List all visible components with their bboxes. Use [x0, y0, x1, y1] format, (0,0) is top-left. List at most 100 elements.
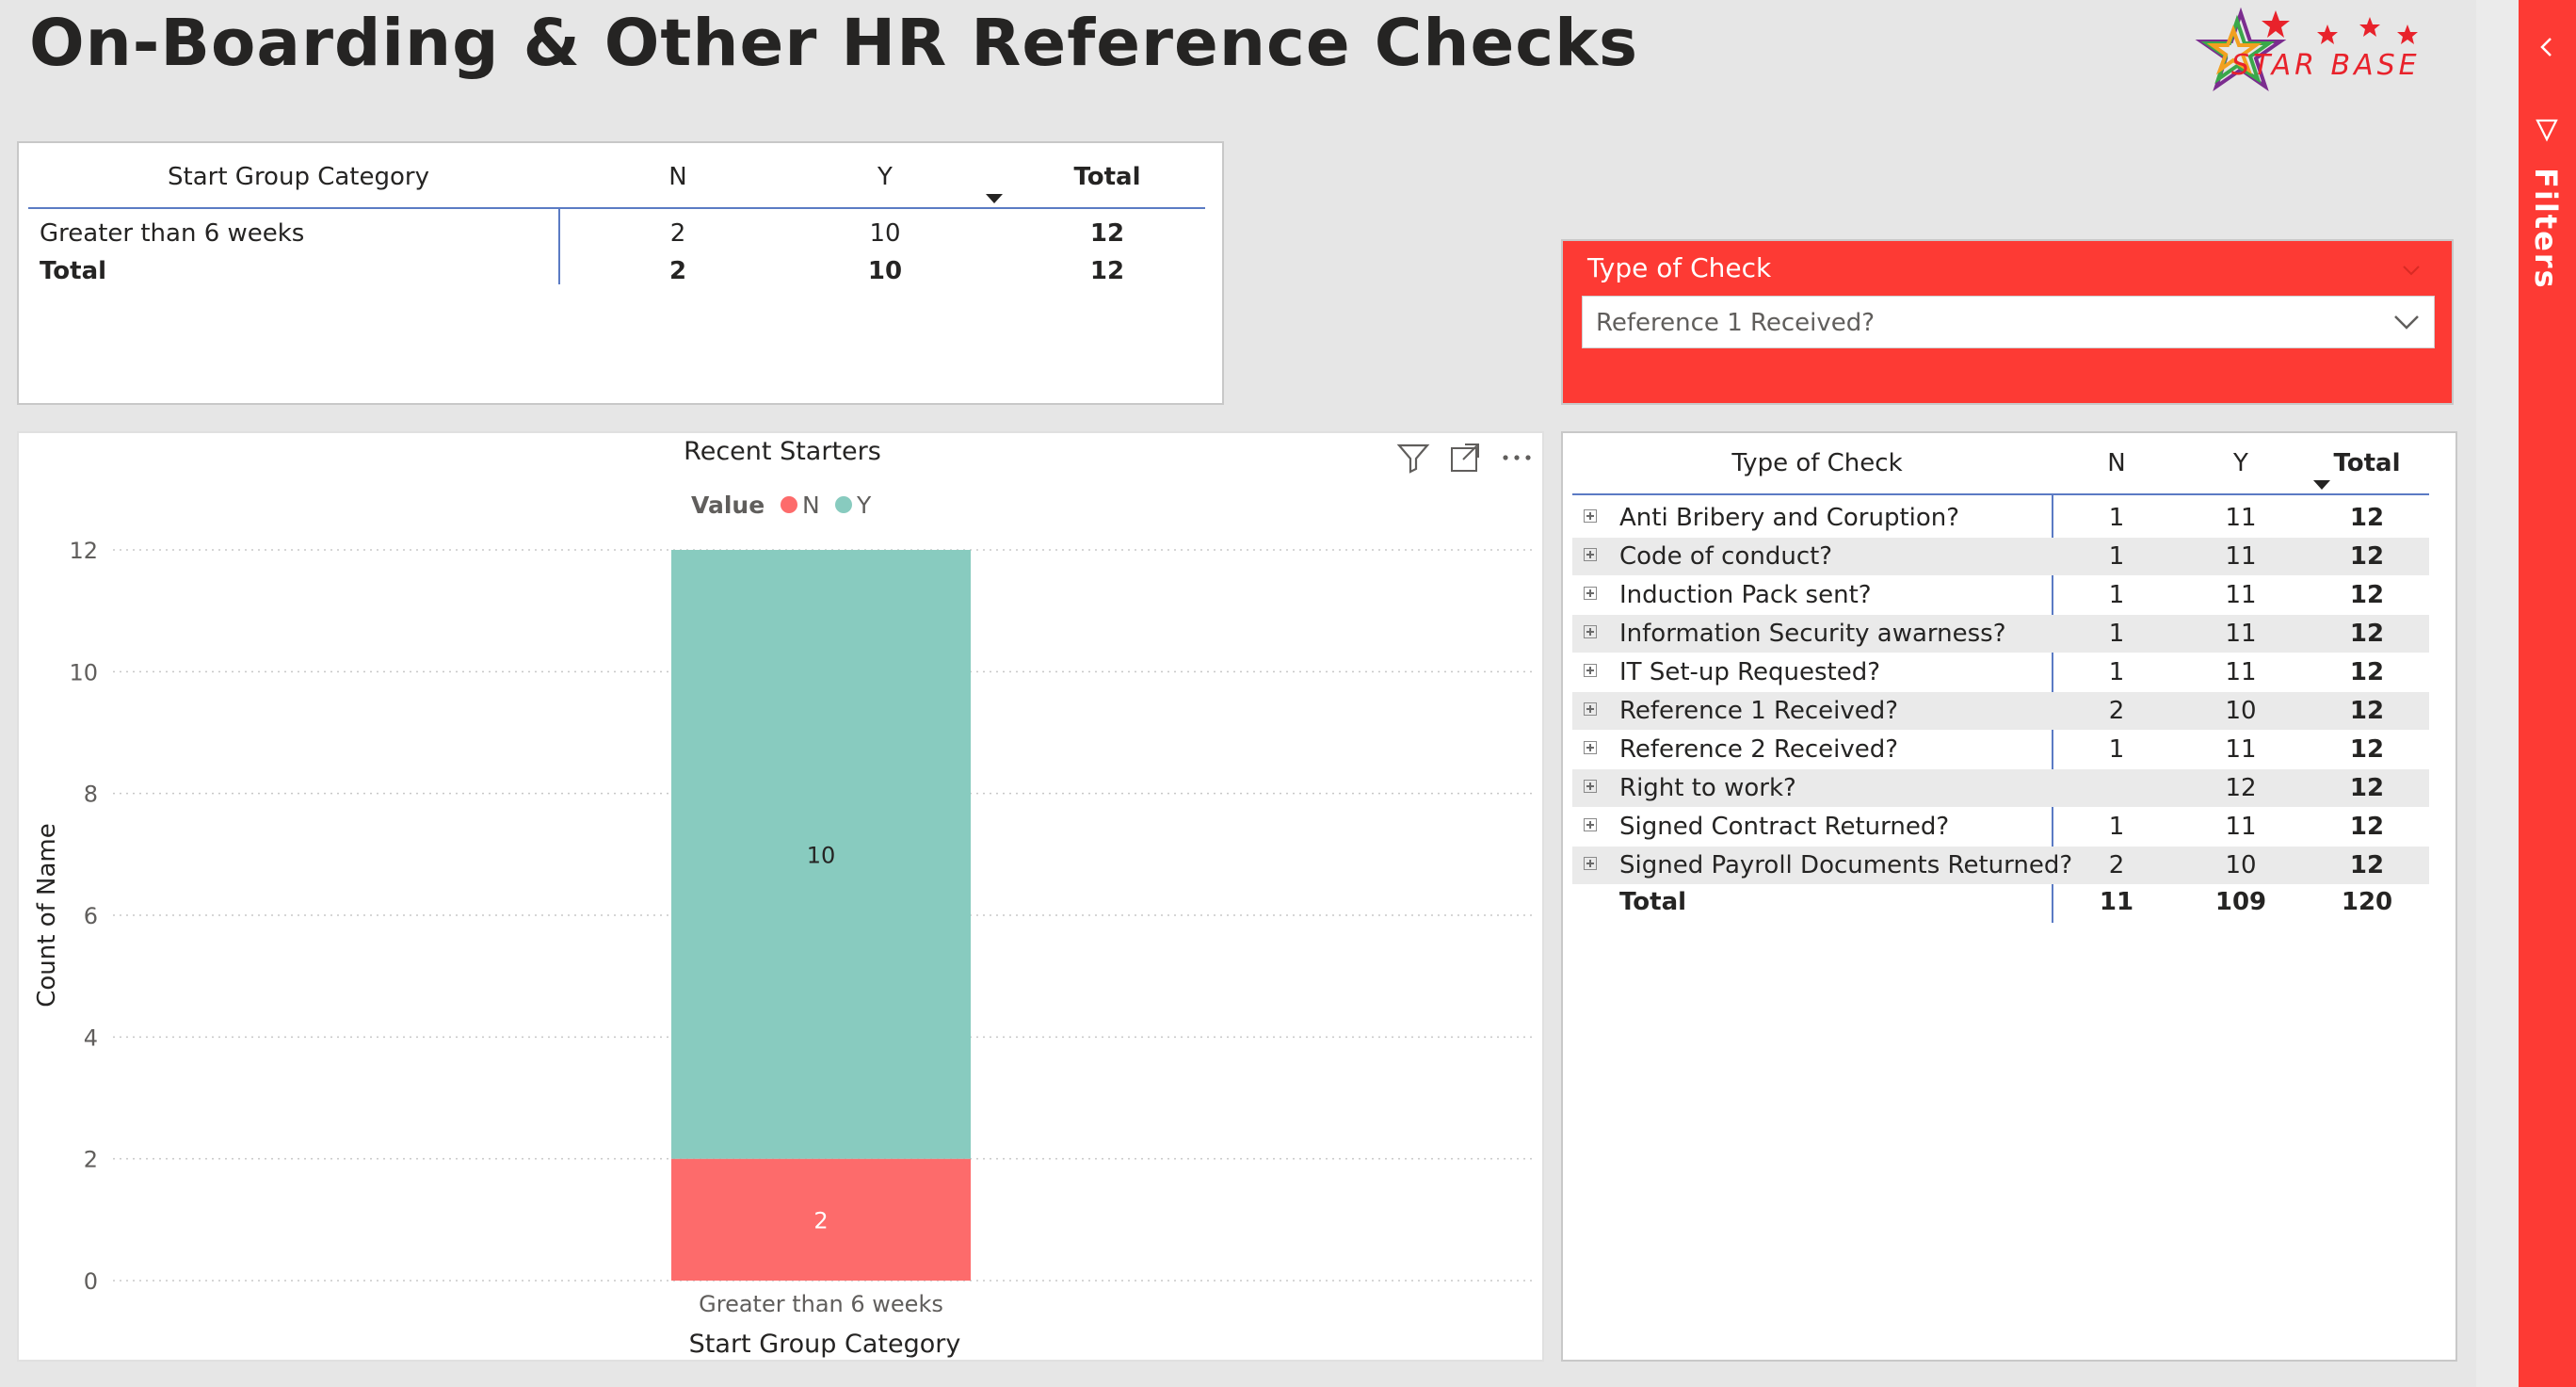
row-check-label: Reference 2 Received? — [1619, 735, 1899, 764]
table-row[interactable]: Signed Contract Returned? 1 11 12 — [1572, 808, 2429, 846]
legend-swatch-y[interactable] — [835, 496, 852, 513]
chevron-left-icon[interactable] — [2534, 34, 2560, 60]
table-row[interactable]: Anti Bribery and Coruption? 1 11 12 — [1572, 499, 2429, 537]
expand-icon[interactable] — [1584, 702, 1597, 716]
table-row[interactable]: Information Security awarness? 1 11 12 — [1572, 615, 2429, 653]
row-y-value: 10 — [869, 219, 901, 248]
legend-swatch-n[interactable] — [781, 496, 797, 513]
row-y-value: 10 — [2225, 851, 2257, 879]
row-y-value: 11 — [2225, 813, 2257, 841]
page-title: On-Boarding & Other HR Reference Checks — [29, 6, 1639, 81]
y-axis-label: Count of Name — [33, 823, 61, 1008]
chevron-down-icon[interactable] — [2401, 260, 2422, 281]
filters-pane-label[interactable]: Filters — [2528, 168, 2564, 290]
row-check-label: Code of conduct? — [1619, 542, 1833, 571]
column-header-y[interactable]: Y — [2177, 444, 2305, 482]
row-total-value: 12 — [2349, 697, 2385, 725]
table-row[interactable]: IT Set-up Requested? 1 11 12 — [1572, 653, 2429, 691]
table-total-row: Total 11 109 120 — [1563, 883, 2455, 921]
row-y-value: 11 — [2225, 658, 2257, 686]
column-header-total[interactable]: Total — [2303, 444, 2431, 482]
star-base-logo: STAR BASE — [2175, 7, 2439, 102]
expand-icon[interactable] — [1584, 548, 1597, 561]
column-header-total[interactable]: Total — [1013, 158, 1201, 196]
row-check-label: Right to work? — [1619, 774, 1796, 802]
slicer-selected-value: Reference 1 Received? — [1596, 309, 1876, 337]
total-n-value: 11 — [2099, 888, 2134, 916]
expand-icon[interactable] — [1584, 780, 1597, 793]
type-of-check-table: Type of Check N Y Total Anti Bribery and… — [1563, 433, 2455, 1360]
row-y-value: 11 — [2225, 620, 2257, 648]
row-check-label: Signed Payroll Documents Returned? — [1619, 851, 2073, 879]
y-tick-label: 4 — [84, 1024, 98, 1051]
column-header-n[interactable]: N — [2053, 444, 2181, 482]
total-n-value: 2 — [668, 257, 687, 285]
expand-icon[interactable] — [1584, 664, 1597, 677]
row-y-value: 11 — [2225, 581, 2257, 609]
x-tick-label: Greater than 6 weeks — [699, 1291, 943, 1317]
row-y-value: 12 — [2225, 774, 2257, 802]
recent-starters-chart: Value N Y 2 10 0 2 4 6 8 10 12 Count of Name Gre… — [33, 492, 1537, 1359]
row-check-label: Signed Contract Returned? — [1619, 813, 1950, 841]
slicer-dropdown[interactable]: Reference 1 Received? — [1582, 296, 2435, 348]
row-check-label: Induction Pack sent? — [1619, 581, 1872, 609]
table-row[interactable]: Induction Pack sent? 1 11 12 — [1572, 576, 2429, 614]
row-total-value: 12 — [2349, 542, 2385, 571]
column-header-start-group-category[interactable]: Start Group Category — [30, 158, 567, 196]
y-tick-label: 0 — [84, 1268, 98, 1295]
y-tick-label: 10 — [69, 659, 98, 685]
total-y-value: 109 — [2214, 888, 2267, 916]
start-group-table-panel: Start Group Category N Y Total Greater t… — [17, 141, 1224, 405]
recent-starters-chart-panel: Recent Starters Value NY 2 10 0 2 4 6 8 10 12 C… — [17, 431, 1544, 1362]
row-check-label: IT Set-up Requested? — [1619, 658, 1881, 686]
legend-label-y[interactable]: Y — [856, 492, 872, 519]
row-n-value: 1 — [2108, 735, 2125, 764]
column-header-y[interactable]: Y — [791, 158, 979, 196]
row-y-value: 10 — [2225, 697, 2257, 725]
row-check-label: Anti Bribery and Coruption? — [1619, 504, 1960, 532]
filter-pane-icon[interactable] — [2534, 117, 2560, 143]
table-row[interactable]: Signed Payroll Documents Returned? 2 10 12 — [1572, 847, 2429, 884]
row-total-value: 12 — [2349, 813, 2385, 841]
type-of-check-table-panel: Type of Check N Y Total Anti Bribery and… — [1561, 431, 2457, 1362]
row-check-label: Information Security awarness? — [1619, 620, 2006, 648]
column-header-type-of-check[interactable]: Type of Check — [1572, 444, 2062, 482]
table-row[interactable]: Right to work? 12 12 — [1572, 769, 2429, 807]
row-total-value: 12 — [2349, 658, 2385, 686]
y-tick-label: 12 — [69, 538, 98, 564]
table-total-row: Total 2 10 12 — [19, 252, 1222, 290]
data-label: 2 — [813, 1207, 828, 1234]
data-label: 10 — [807, 842, 836, 868]
filters-pane[interactable]: Filters — [2519, 0, 2576, 1387]
expand-icon[interactable] — [1584, 818, 1597, 831]
expand-icon[interactable] — [1584, 625, 1597, 638]
start-group-table: Start Group Category N Y Total Greater t… — [19, 143, 1222, 403]
expand-icon[interactable] — [1584, 587, 1597, 600]
row-y-value: 11 — [2225, 542, 2257, 571]
total-y-value: 10 — [867, 257, 903, 285]
sort-descending-icon[interactable] — [986, 194, 1003, 203]
x-axis-label: Start Group Category — [689, 1330, 961, 1359]
legend-label-n[interactable]: N — [802, 492, 820, 519]
table-row[interactable]: Code of conduct? 1 11 12 — [1572, 538, 2429, 575]
y-tick-label: 6 — [84, 903, 98, 929]
column-header-n[interactable]: N — [584, 158, 772, 196]
row-total-value: 12 — [2349, 581, 2385, 609]
table-row[interactable]: Reference 2 Received? 1 11 12 — [1572, 731, 2429, 768]
row-n-value: 1 — [2108, 504, 2125, 532]
row-n-value: 1 — [2108, 542, 2125, 571]
table-row[interactable]: Greater than 6 weeks 2 10 12 — [19, 215, 1222, 252]
expand-icon[interactable] — [1584, 509, 1597, 523]
sort-descending-icon[interactable] — [2313, 480, 2330, 490]
table-row[interactable]: Reference 1 Received? 2 10 12 — [1572, 692, 2429, 730]
canvas-edge — [2476, 0, 2519, 1387]
header-divider — [1572, 493, 2429, 495]
expand-icon[interactable] — [1584, 857, 1597, 870]
total-total-value: 120 — [2341, 888, 2393, 916]
row-n-value: 1 — [2108, 620, 2125, 648]
row-check-label: Reference 1 Received? — [1619, 697, 1899, 725]
chevron-down-icon[interactable] — [2392, 312, 2421, 332]
row-n-value: 1 — [2108, 581, 2125, 609]
y-tick-label: 8 — [84, 782, 98, 808]
expand-icon[interactable] — [1584, 741, 1597, 754]
